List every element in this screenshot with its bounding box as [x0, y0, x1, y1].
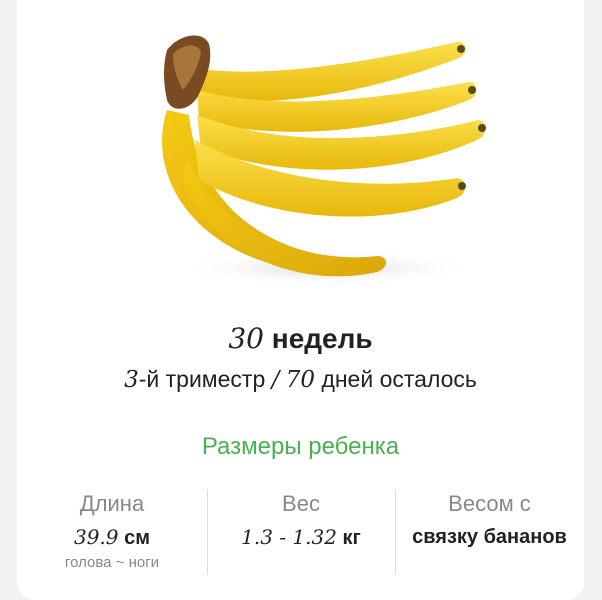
- stat-length-number: 39.9: [73, 525, 119, 549]
- stat-comparison-value: связку бананов: [412, 526, 567, 548]
- stat-length-label: Длина: [79, 491, 145, 516]
- days-number: 70: [285, 367, 316, 393]
- stat-length: Длина 39.9 см голова ~ ноги: [17, 487, 207, 577]
- section-title: Размеры ребенка: [201, 433, 400, 460]
- days-label: дней осталось: [321, 366, 477, 392]
- stat-weight: Вес 1.3 - 1.32 кг: [207, 487, 395, 577]
- trimester-line: 3-й триместр / 70 дней осталось: [17, 364, 584, 395]
- stat-length-note: голова ~ ноги: [64, 554, 160, 571]
- stat-length-unit: см: [124, 527, 150, 549]
- week-heading: 30 недель: [17, 322, 584, 356]
- banana-bunch-image: [162, 35, 486, 286]
- stat-comparison-label: Весом с: [448, 491, 531, 516]
- stat-weight-unit: кг: [342, 527, 361, 549]
- size-stats: Длина 39.9 см голова ~ ноги Вес 1.3 - 1.…: [17, 487, 584, 577]
- trimester-number: 3: [124, 367, 139, 393]
- trimester-label: -й триместр: [138, 366, 266, 392]
- separator: /: [271, 367, 280, 393]
- stat-length-value: 39.9 см: [17, 525, 207, 550]
- week-number: 30: [228, 322, 264, 355]
- stat-weight-label: Вес: [282, 491, 320, 516]
- stat-weight-number: 1.3 - 1.32: [241, 525, 337, 549]
- baby-size-card: 30 недель 3-й триместр / 70 дней осталос…: [17, 0, 584, 600]
- stat-weight-value: 1.3 - 1.32 кг: [207, 525, 395, 550]
- week-label: недель: [271, 323, 373, 354]
- stat-comparison: Весом с связку бананов: [395, 487, 584, 577]
